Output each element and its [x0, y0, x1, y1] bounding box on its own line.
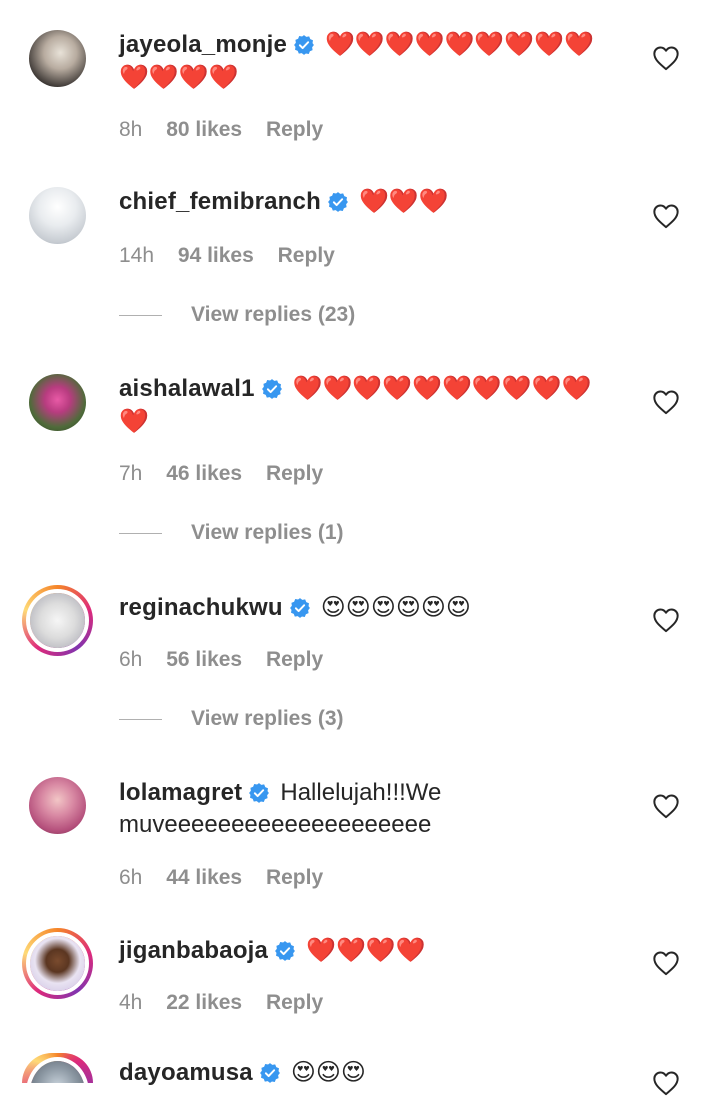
reply-button[interactable]: Reply	[266, 648, 323, 671]
heart-outline-icon[interactable]	[652, 389, 680, 415]
likes-count[interactable]: 46 likes	[166, 462, 242, 485]
verified-badge-icon	[274, 940, 296, 962]
likes-count[interactable]: 44 likes	[166, 866, 242, 889]
reply-button[interactable]: Reply	[266, 866, 323, 889]
comment-text-block: jiganbabaoja ❤️❤️❤️❤️	[119, 934, 609, 967]
view-replies-button[interactable]: View replies (1)	[119, 519, 344, 547]
comment-text-block: chief_femibranch ❤️❤️❤️	[119, 185, 609, 218]
likes-count[interactable]: 80 likes	[166, 118, 242, 141]
username[interactable]: reginachukwu	[119, 594, 283, 621]
divider-line	[119, 532, 162, 534]
likes-count[interactable]: 22 likes	[166, 991, 242, 1014]
comment-time: 4h	[119, 991, 143, 1014]
heart-outline-icon[interactable]	[652, 45, 680, 71]
divider-line	[119, 314, 162, 316]
username[interactable]: jiganbabaoja	[119, 937, 268, 964]
avatar-story-ring[interactable]	[22, 1053, 93, 1083]
username[interactable]: dayoamusa	[119, 1059, 253, 1086]
username[interactable]: chief_femibranch	[119, 188, 321, 215]
comment-text: 😍😍😍😍😍😍	[320, 593, 471, 621]
verified-badge-icon	[289, 597, 311, 619]
comment-meta: 14h 94 likes Reply	[119, 242, 353, 270]
username[interactable]: lolamagret	[119, 779, 242, 806]
comment-text-block: reginachukwu 😍😍😍😍😍😍	[119, 591, 609, 624]
avatar[interactable]	[29, 187, 86, 244]
comment-time: 14h	[119, 244, 155, 267]
avatar[interactable]	[29, 374, 86, 431]
likes-count[interactable]: 56 likes	[166, 648, 242, 671]
username[interactable]: aishalawal1	[119, 375, 255, 402]
comment-meta: 4h 22 likes Reply	[119, 989, 341, 1017]
comment-text: ❤️❤️❤️❤️	[306, 936, 426, 964]
comment-meta: 7h 46 likes Reply	[119, 460, 341, 488]
comment-text-block: aishalawal1 ❤️❤️❤️❤️❤️❤️❤️❤️❤️❤️❤️	[119, 372, 609, 438]
avatar-story-ring[interactable]	[22, 928, 93, 999]
comment-time: 6h	[119, 866, 143, 889]
verified-badge-icon	[327, 191, 349, 213]
comment-time: 7h	[119, 462, 143, 485]
likes-count[interactable]: 94 likes	[178, 244, 254, 267]
comment-text-block: lolamagret Hallelujah!!!We muveeeeeeeeeee…	[119, 777, 609, 841]
heart-outline-icon[interactable]	[652, 950, 680, 976]
reply-button[interactable]: Reply	[266, 462, 323, 485]
avatar[interactable]	[29, 777, 86, 834]
verified-badge-icon	[293, 34, 315, 56]
avatar[interactable]	[29, 30, 86, 87]
verified-badge-icon	[248, 782, 270, 804]
heart-outline-icon[interactable]	[652, 607, 680, 633]
username[interactable]: jayeola_monje	[119, 31, 287, 58]
reply-button[interactable]: Reply	[278, 244, 335, 267]
view-replies-label: View replies (23)	[191, 303, 356, 326]
view-replies-button[interactable]: View replies (23)	[119, 301, 355, 329]
comment-text: 😍😍😍	[290, 1058, 366, 1086]
verified-badge-icon	[261, 378, 283, 400]
comment-meta: 8h 80 likes Reply	[119, 116, 341, 144]
avatar-story-ring[interactable]	[22, 585, 93, 656]
divider-line	[119, 718, 162, 720]
comment-text: ❤️❤️❤️	[358, 187, 449, 215]
verified-badge-icon	[259, 1062, 281, 1084]
comment-text-block: jayeola_monje ❤️❤️❤️❤️❤️❤️❤️❤️❤️❤️❤️❤️❤️	[119, 28, 609, 94]
comment-meta: 6h 56 likes Reply	[119, 646, 341, 674]
comment-meta: 6h 44 likes Reply	[119, 864, 341, 892]
view-replies-label: View replies (3)	[191, 707, 344, 730]
comment-time: 6h	[119, 648, 143, 671]
reply-button[interactable]: Reply	[266, 991, 323, 1014]
heart-outline-icon[interactable]	[652, 793, 680, 819]
view-replies-button[interactable]: View replies (3)	[119, 705, 344, 733]
view-replies-label: View replies (1)	[191, 521, 344, 544]
reply-button[interactable]: Reply	[266, 118, 323, 141]
heart-outline-icon[interactable]	[652, 203, 680, 229]
heart-outline-icon[interactable]	[652, 1070, 680, 1096]
comment-text-block: dayoamusa 😍😍😍	[119, 1056, 609, 1089]
comment-time: 8h	[119, 118, 143, 141]
